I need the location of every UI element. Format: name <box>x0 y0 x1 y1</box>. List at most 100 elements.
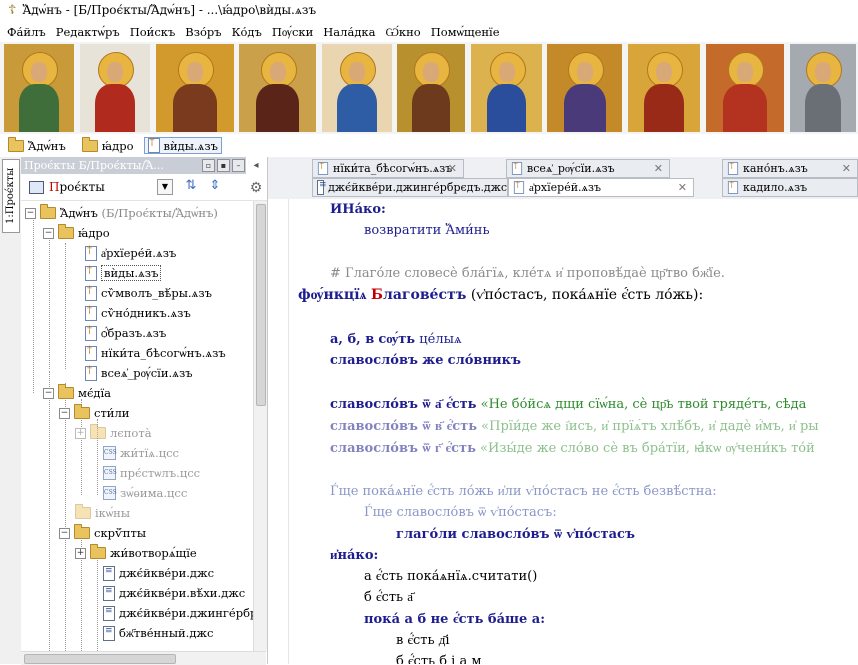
collapse-toggle-icon[interactable]: − <box>59 407 70 419</box>
breadcrumb-file[interactable]: вѝды.ѧзъ <box>143 137 222 154</box>
tree-node-core[interactable]: − ꙗ́дро <box>43 224 110 242</box>
close-icon[interactable]: ✕ <box>448 162 457 175</box>
christ-icon[interactable] <box>397 44 465 132</box>
menu-search[interactable]: Пои́скъ <box>130 25 176 39</box>
tree-node-zhivot[interactable]: + жи́вотворѧ́щїе <box>75 544 197 562</box>
breadcrumb-core[interactable]: ꙗ́дро <box>81 136 134 153</box>
tree-css-file[interactable]: CSS зѡ́ѳима.цсс <box>103 484 187 502</box>
tree-styles-label: сти́ли <box>94 406 130 420</box>
tab-kadilo[interactable]: кадило.ѧзъ <box>722 178 858 197</box>
tree-js-label: джє́йкве́ри.вѣ́хи.джс <box>119 586 246 600</box>
menu-editor[interactable]: Редактѡ́ръ <box>56 25 120 39</box>
menu-debug[interactable]: Нала́дка <box>323 25 375 39</box>
project-view-label[interactable]: Проє́кты <box>49 180 105 194</box>
collapse-toggle-icon[interactable]: − <box>25 207 36 219</box>
scrollbar-thumb[interactable] <box>256 204 266 406</box>
collapse-toggle-icon[interactable]: − <box>43 227 54 239</box>
expand-toggle-icon[interactable]: + <box>75 427 86 439</box>
tree-file[interactable]: нїки́та_бѣсогѡ́нъ.ѧзъ <box>85 344 226 362</box>
code-line: глаго́ли славосло́въ ѿ ѵ҆по́стасъ <box>396 527 635 542</box>
face-shape <box>737 62 753 82</box>
virgin-blue-icon[interactable] <box>471 44 542 132</box>
projects-tool-tab[interactable]: 1:Проє́кты <box>2 159 20 233</box>
collapse-toggle-icon[interactable]: − <box>43 387 54 399</box>
code-text: возвратити Ἄми́нь <box>364 223 490 238</box>
tree-css-file[interactable]: CSS прє́стѡлъ.цсс <box>103 464 200 482</box>
project-icon <box>29 180 44 194</box>
code-editor[interactable]: ИНа́ко: возвратити Ἄми́нь # Глаго́ле сло… <box>268 199 858 664</box>
robe-shape <box>643 84 685 132</box>
enthroned-icon[interactable] <box>706 44 784 132</box>
tree-file[interactable]: а҆рхїере́й.ѧзъ <box>85 244 176 262</box>
tree-file-selected[interactable]: вѝды.ѧзъ <box>85 264 162 282</box>
tree-css-label: прє́стѡлъ.цсс <box>120 466 201 480</box>
tree-node-styles[interactable]: − сти́ли <box>59 404 129 422</box>
js-file-icon <box>103 605 115 621</box>
menu-help[interactable]: Помѡ́щенїе <box>431 25 500 39</box>
theotokos-icon[interactable] <box>239 44 316 132</box>
menu-view[interactable]: Взо́ръ <box>185 25 221 39</box>
chevron-down-icon[interactable]: ▼ <box>157 179 173 195</box>
tree-zhivot-label: жи́вотворѧ́щїе <box>110 546 197 560</box>
collapse-toggle-icon[interactable]: − <box>59 527 70 539</box>
tree-file[interactable]: ѻ҆́бразъ.ѧзъ <box>85 324 166 342</box>
minimize-icon[interactable]: – <box>232 159 245 172</box>
tenderness-icon[interactable] <box>628 44 700 132</box>
close-icon[interactable]: ✕ <box>842 162 851 175</box>
hide-panel-icon[interactable]: ◂ <box>249 160 263 174</box>
tab-vseya-rusii[interactable]: всеѧ҆_рѹ́сїи.ѧзъ ✕ <box>506 159 670 178</box>
silver-icon[interactable] <box>790 44 856 132</box>
robe-shape <box>486 84 527 132</box>
scroll-from-source-icon[interactable]: ⇅ <box>183 178 199 194</box>
scrollbar-thumb[interactable] <box>24 654 176 664</box>
tree-js-file[interactable]: джє́йкве́ри.вѣ́хи.джс <box>103 584 245 602</box>
panel-header-buttons: ▫ ▪ – <box>200 157 245 174</box>
menu-code[interactable]: Ко́дъ <box>232 25 262 39</box>
christ-book-icon[interactable] <box>547 44 622 132</box>
code-comment: # Глаго́ле словесѐ бла́гїѧ, кле́тѧ и҆ пр… <box>330 266 725 281</box>
file-icon <box>727 161 739 175</box>
tree-node-scripts[interactable]: − скрѷ́пты <box>59 524 146 542</box>
tree-css-file[interactable]: CSS жи́тїѧ.цсс <box>103 444 179 462</box>
tree-js-file[interactable]: бж҃тве́нный.джс <box>103 624 213 642</box>
tree-node-ikony[interactable]: ікѡ́ны <box>75 504 130 522</box>
pin-icon[interactable]: ▫ <box>202 159 215 172</box>
tree-vertical-scrollbar[interactable] <box>253 201 267 651</box>
menu-file[interactable]: Фа́йлъ <box>7 25 46 39</box>
file-icon <box>85 365 97 381</box>
tree-node-root[interactable]: − Ἄдѡ́нъ (Б/Проє́кты/Ἄдѡ́нъ) <box>25 204 218 222</box>
project-tree: − Ἄдѡ́нъ (Б/Проє́кты/Ἄдѡ́нъ) − ꙗ́дро а҆р… <box>21 201 253 651</box>
tab-arhierei[interactable]: а҆рхїере́й.ѧзъ ✕ <box>508 178 694 197</box>
robe-shape <box>255 84 300 132</box>
tree-js-file[interactable]: джє́йкве́ри.джинге́рбрєдъ.джс <box>103 604 253 622</box>
tree-file-label: вѝды.ѧзъ <box>101 265 162 281</box>
close-icon[interactable]: ✕ <box>654 162 663 175</box>
tree-file[interactable]: всеѧ҆_рѹ́сїи.ѧзъ <box>85 364 193 382</box>
folder-icon <box>90 424 106 439</box>
madonna-icon[interactable] <box>322 44 392 132</box>
settings-icon[interactable]: ▪ <box>217 159 230 172</box>
pantocrator-icon[interactable] <box>156 44 234 132</box>
menu-run[interactable]: Пѹ́ски <box>272 25 313 39</box>
tree-js-file[interactable]: джє́йкве́ри.джс <box>103 564 214 582</box>
breadcrumb-root[interactable]: Ἄдѡ́нъ <box>8 136 66 153</box>
tree-node-media[interactable]: − мє́дїа <box>43 384 111 402</box>
tree-horizontal-scrollbar[interactable] <box>21 651 266 665</box>
close-icon[interactable]: ✕ <box>678 181 687 194</box>
tree-file[interactable]: сѷно́дникъ.ѧзъ <box>85 304 191 322</box>
mandylion-icon[interactable] <box>80 44 150 132</box>
robe-shape <box>19 84 59 132</box>
tree-node-lepota[interactable]: + лєпота̀ <box>75 424 152 442</box>
gear-icon[interactable]: ⚙ <box>247 180 265 198</box>
tree-file-label: а҆рхїере́й.ѧзъ <box>101 246 177 260</box>
collapse-all-icon[interactable]: ⇕ <box>207 178 223 194</box>
tab-jquery-gingerbread[interactable]: джє́йкве́ри.джинге́рбрєдъ.джс <box>312 178 508 197</box>
tab-kanon[interactable]: кано́нъ.ѧзъ ✕ <box>722 159 858 178</box>
tab-nikita[interactable]: нїки́та_бѣсогѡ́нъ.ѧзъ ✕ <box>312 159 464 178</box>
tree-lepota-label: лєпота̀ <box>110 426 152 440</box>
menu-window[interactable]: Ѡ́кно <box>385 25 420 39</box>
code-line: б є҆́сть а҃ <box>364 590 413 605</box>
trinity-icon[interactable] <box>4 44 74 132</box>
expand-toggle-icon[interactable]: + <box>75 547 86 559</box>
tree-file[interactable]: сѷмволъ_вѣ́ры.ѧзъ <box>85 284 212 302</box>
